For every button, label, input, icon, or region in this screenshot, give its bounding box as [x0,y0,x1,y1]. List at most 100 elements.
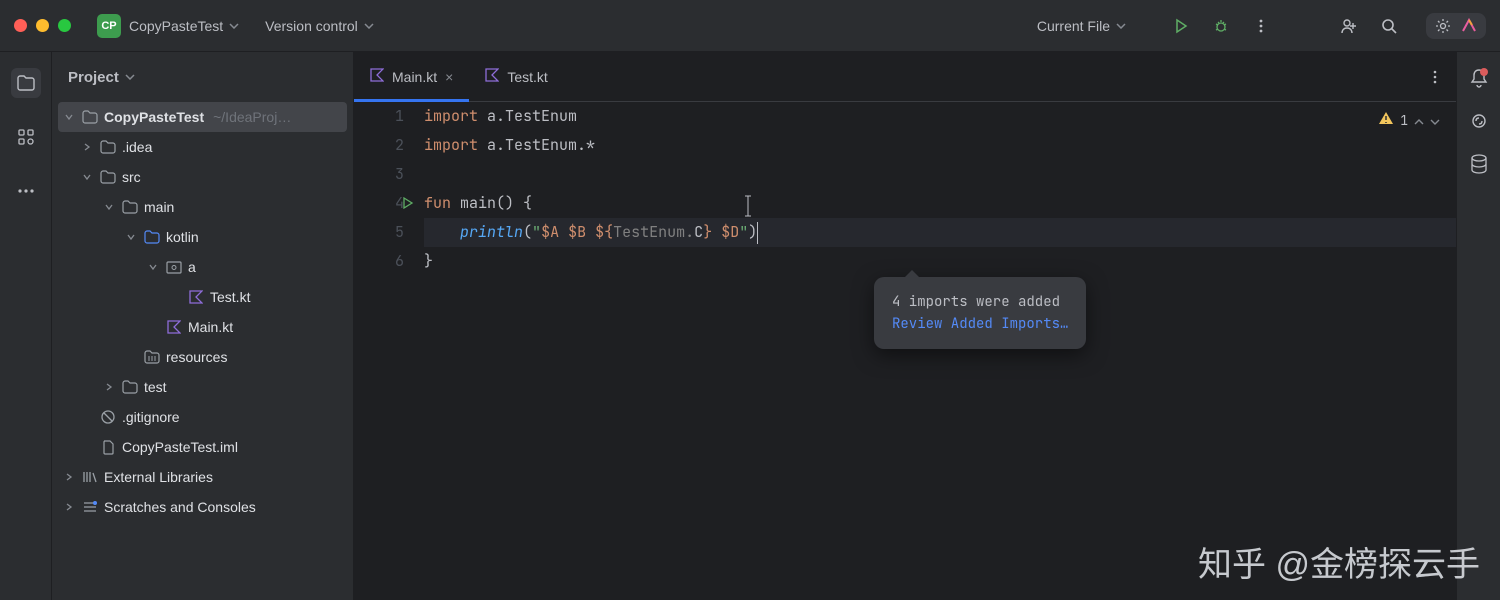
notification-dot [1480,68,1488,76]
tree-node-src[interactable]: src [58,162,347,192]
left-toolwindow-bar [0,52,52,600]
node-label: test [144,379,167,395]
editor-area: Main.kt × Test.kt 1 2 3 4 5 6 import a.T… [354,52,1456,600]
folder-icon [99,140,117,154]
close-tab-button[interactable]: × [445,69,453,85]
chevron-down-icon[interactable] [1430,106,1440,135]
file-icon [99,440,117,455]
line-number: 2 [354,131,404,160]
node-label: External Libraries [104,469,213,485]
gear-icon [1434,17,1452,35]
caret [757,222,758,244]
close-window-button[interactable] [14,19,27,32]
vcs-label: Version control [265,18,358,34]
library-icon [81,470,99,484]
node-label: CopyPasteTest.iml [122,439,238,455]
project-name: CopyPasteTest [129,18,223,34]
debug-button[interactable] [1210,15,1232,37]
chevron-up-icon[interactable] [1414,106,1424,135]
source-folder-icon [143,230,161,244]
panel-title: Project [68,69,119,86]
run-gutter-icon[interactable] [402,190,414,219]
imports-tooltip: 4 imports were added Review Added Import… [874,277,1086,349]
editor-tabs: Main.kt × Test.kt [354,52,1456,102]
line-number: 4 [354,189,404,218]
warning-count: 1 [1400,106,1408,135]
folder-icon [81,110,99,124]
chevron-down-icon [125,74,135,80]
notifications-button[interactable] [1470,68,1488,91]
project-panel-header[interactable]: Project [52,52,353,102]
more-actions-button[interactable] [1250,15,1272,37]
gitignore-icon [99,410,117,424]
tooltip-message: 4 imports were added [892,291,1068,313]
search-button[interactable] [1378,15,1400,37]
kotlin-file-icon [370,68,384,85]
ai-icon [1460,17,1478,35]
kotlin-file-icon [485,68,499,85]
tree-node-test[interactable]: test [58,372,347,402]
maximize-window-button[interactable] [58,19,71,32]
tree-node-iml[interactable]: CopyPasteTest.iml [58,432,347,462]
tree-node-scratches[interactable]: Scratches and Consoles [58,492,347,522]
tree-node-main-kt[interactable]: Main.kt [58,312,347,342]
structure-tool-button[interactable] [11,122,41,152]
tree-node-idea[interactable]: .idea [58,132,347,162]
run-config-dropdown[interactable]: Current File [1037,18,1126,34]
inspection-widget[interactable]: 1 [1378,106,1440,135]
folder-icon [121,200,139,214]
tab-label: Main.kt [392,69,437,85]
tree-node-kotlin[interactable]: kotlin [58,222,347,252]
more-tool-button[interactable] [11,176,41,206]
project-dropdown[interactable]: CopyPasteTest [129,18,239,34]
chevron-down-icon [1116,23,1126,29]
node-label: CopyPasteTest [104,109,204,125]
project-tree: CopyPasteTest ~/IdeaProj… .idea src main… [52,102,353,522]
tab-label: Test.kt [507,69,547,85]
gutter: 1 2 3 4 5 6 [354,102,424,276]
node-label: .gitignore [122,409,180,425]
chevron-down-icon [229,23,239,29]
tab-main-kt[interactable]: Main.kt × [354,52,469,101]
database-button[interactable] [1470,154,1488,177]
line-number: 1 [354,102,404,131]
tab-test-kt[interactable]: Test.kt [469,52,563,101]
line-number: 6 [354,247,404,276]
resources-folder-icon [143,350,161,364]
project-icon: CP [97,14,121,38]
vcs-dropdown[interactable]: Version control [265,18,374,34]
node-label: src [122,169,141,185]
node-label: Test.kt [210,289,250,305]
node-label: a [188,259,196,275]
tab-options-button[interactable] [1424,66,1446,88]
ide-settings-group[interactable] [1426,13,1486,39]
tree-node-main[interactable]: main [58,192,347,222]
tree-node-package-a[interactable]: a [58,252,347,282]
titlebar: CP CopyPasteTest Version control Current… [0,0,1500,52]
code-with-me-button[interactable] [1338,15,1360,37]
tree-node-gitignore[interactable]: .gitignore [58,402,347,432]
node-hint: ~/IdeaProj… [213,109,291,125]
tree-node-test-kt[interactable]: Test.kt [58,282,347,312]
review-imports-link[interactable]: Review Added Imports… [892,313,1068,335]
warning-icon [1378,106,1394,135]
node-label: kotlin [166,229,199,245]
node-label: resources [166,349,227,365]
text-cursor-icon [744,195,745,217]
node-label: Main.kt [188,319,233,335]
project-tool-button[interactable] [11,68,41,98]
run-button[interactable] [1170,15,1192,37]
line-number: 5 [354,218,404,247]
code-editor[interactable]: 1 2 3 4 5 6 import a.TestEnum import a.T… [354,102,1456,276]
tree-node-resources[interactable]: resources [58,342,347,372]
node-label: main [144,199,174,215]
line-number: 3 [354,160,404,189]
package-icon [165,260,183,274]
tree-node-external-libs[interactable]: External Libraries [58,462,347,492]
kotlin-file-icon [165,320,183,334]
ai-assistant-button[interactable] [1469,111,1489,134]
minimize-window-button[interactable] [36,19,49,32]
folder-icon [99,170,117,184]
chevron-down-icon [364,23,374,29]
tree-root[interactable]: CopyPasteTest ~/IdeaProj… [58,102,347,132]
